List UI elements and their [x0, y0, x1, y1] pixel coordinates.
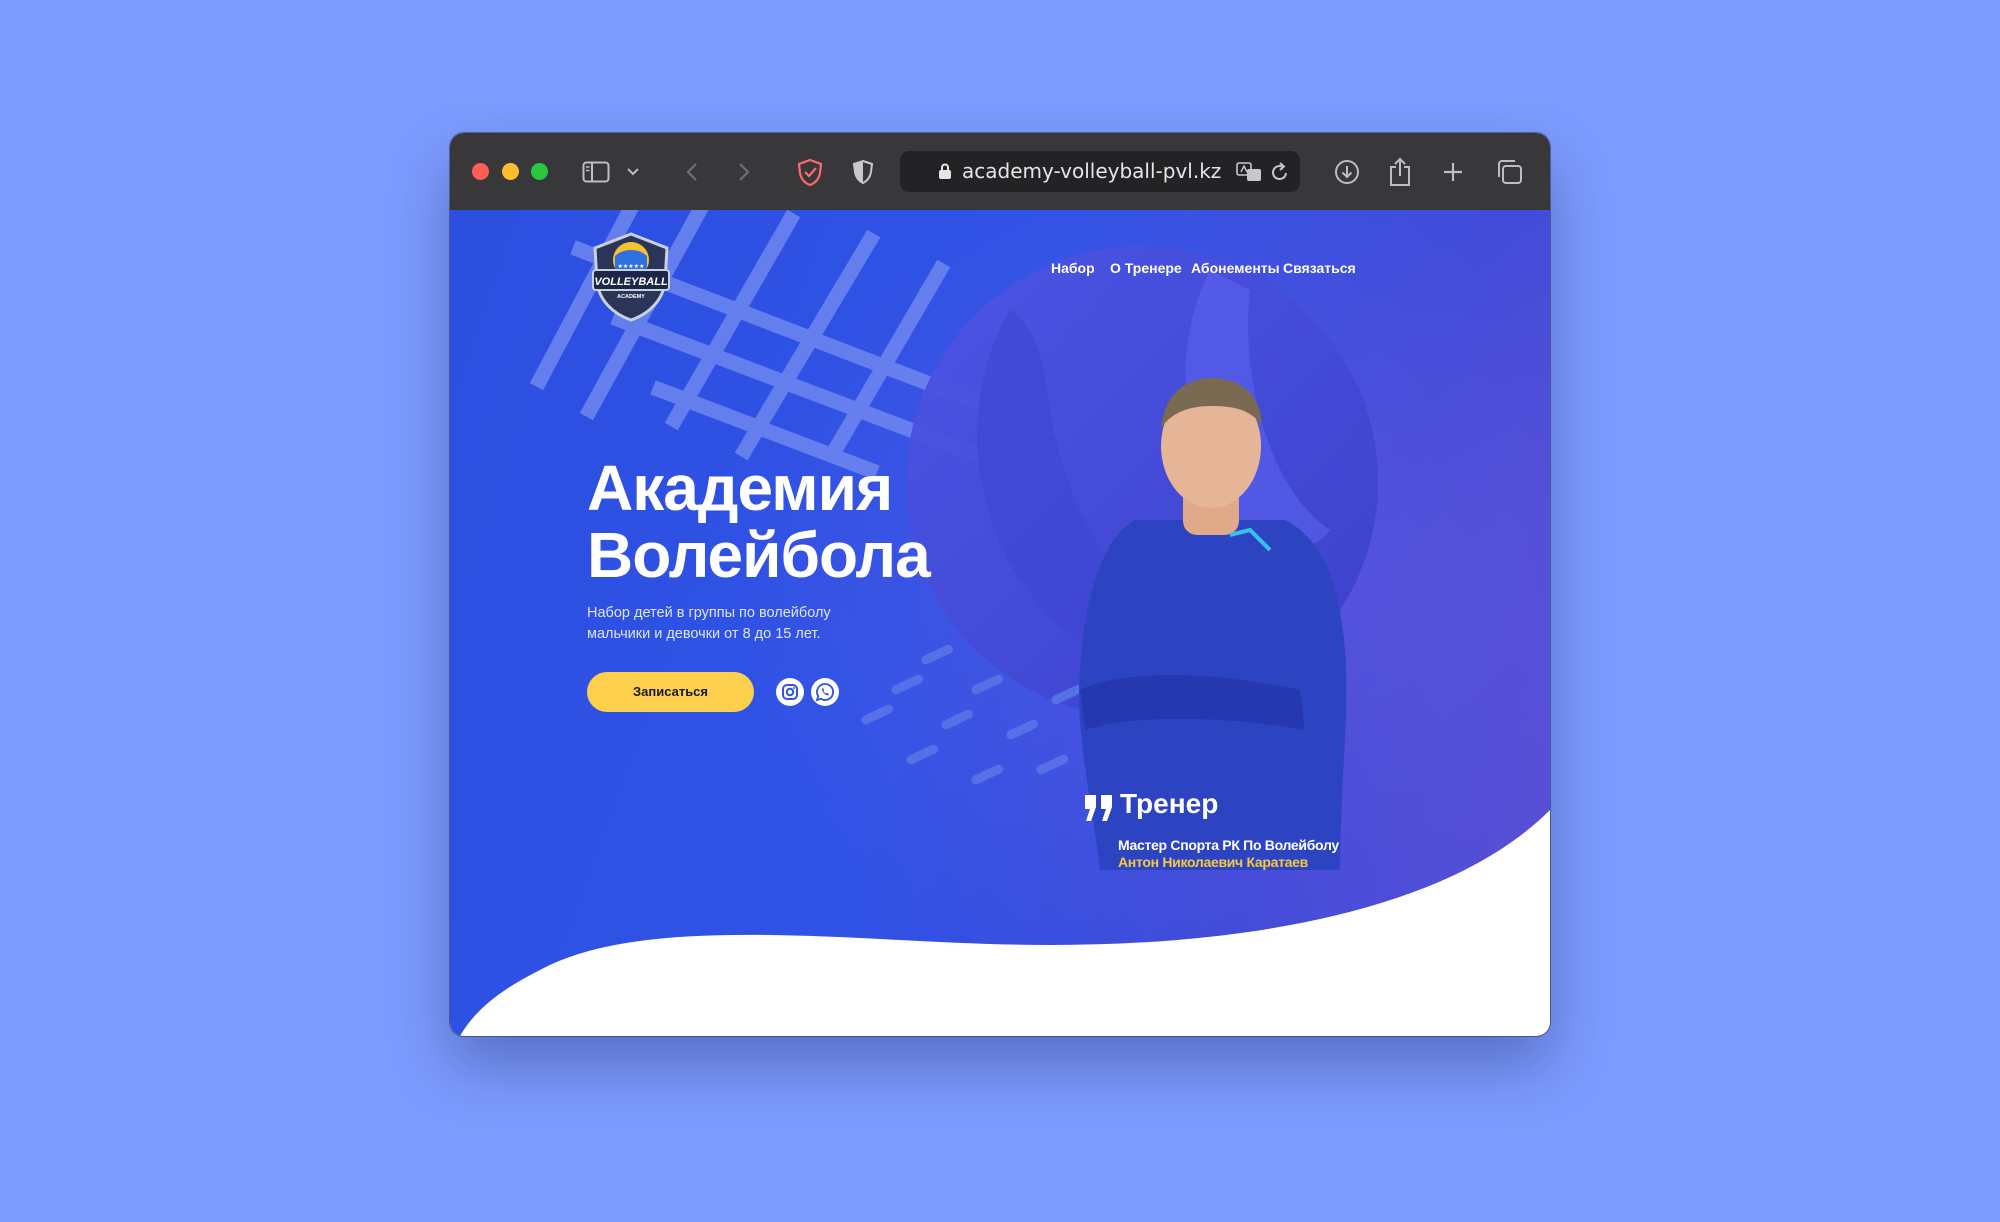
zoom-window-button[interactable]: [531, 163, 548, 180]
nav-link-subscriptions[interactable]: Абонементы: [1191, 260, 1280, 276]
hero-title-line-1: Академия: [587, 452, 893, 524]
browser-toolbar: academy-volleyball-pvl.kz: [450, 133, 1550, 211]
svg-text:★★★★★: ★★★★★: [618, 263, 645, 270]
hero-title-line-2: Волейбола: [587, 519, 931, 591]
logo-text: VOLLEYBALL: [594, 276, 668, 288]
nav-link-nabor[interactable]: Набор: [1051, 260, 1095, 276]
url-text: academy-volleyball-pvl.kz: [962, 159, 1222, 183]
quote-icon: [1083, 793, 1115, 828]
privacy-shield-icon[interactable]: [850, 155, 876, 189]
address-bar[interactable]: academy-volleyball-pvl.kz: [900, 151, 1300, 192]
hero-subtitle-line-1: Набор детей в группы по волейболу: [587, 605, 831, 621]
nav-link-about-coach[interactable]: О Тренере: [1110, 260, 1182, 276]
sidebar-toggle-icon[interactable]: [580, 155, 612, 189]
minimize-window-button[interactable]: [502, 163, 519, 180]
forward-icon[interactable]: [734, 155, 754, 189]
logo-subtext: ACADEMY: [617, 294, 645, 300]
volleyball-shield-icon: VOLLEYBALL ACADEMY ★★★★★: [592, 232, 670, 322]
coach-rank: Мастер Спорта РК По Волейболу: [1118, 837, 1339, 853]
tab-overview-icon[interactable]: [1494, 155, 1524, 189]
whatsapp-icon[interactable]: [811, 678, 839, 706]
downloads-icon[interactable]: [1333, 155, 1361, 189]
hero-subtitle: Набор детей в группы по волейболу мальчи…: [587, 603, 927, 645]
chevron-down-icon[interactable]: [625, 155, 641, 189]
academy-logo[interactable]: VOLLEYBALL ACADEMY ★★★★★: [587, 230, 675, 322]
lock-icon: [938, 163, 952, 185]
translate-icon[interactable]: [1236, 161, 1264, 188]
coach-heading: Тренер: [1120, 788, 1219, 819]
reload-icon[interactable]: [1270, 161, 1290, 188]
back-icon[interactable]: [682, 155, 702, 189]
nav-link-contact[interactable]: Связаться: [1283, 260, 1356, 276]
hero-section: VOLLEYBALL ACADEMY ★★★★★ Набор О Тренере…: [450, 210, 1550, 1036]
signup-button[interactable]: Записаться: [587, 672, 754, 712]
new-tab-icon[interactable]: [1441, 155, 1465, 189]
browser-window: academy-volleyball-pvl.kz VOLLEYBALL ACA…: [450, 133, 1550, 1036]
hero-subtitle-line-2: мальчики и девочки от 8 до 15 лет.: [587, 626, 821, 642]
hero-title: Академия Волейбола: [587, 455, 1007, 589]
instagram-icon[interactable]: [776, 678, 804, 706]
close-window-button[interactable]: [472, 163, 489, 180]
coach-name: Антон Николаевич Каратаев: [1118, 854, 1308, 870]
shield-check-icon[interactable]: [795, 155, 825, 189]
share-icon[interactable]: [1387, 155, 1413, 189]
